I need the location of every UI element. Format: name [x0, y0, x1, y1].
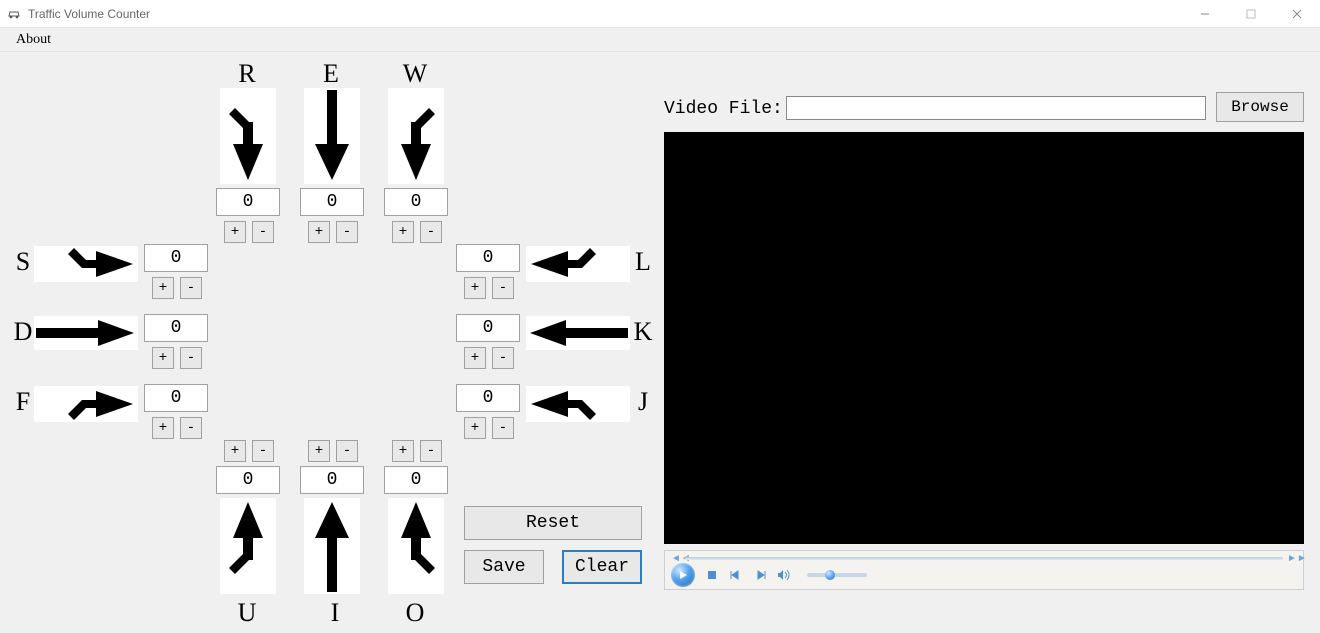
count-W[interactable]: 0 [384, 188, 448, 216]
plus-O[interactable]: + [392, 440, 414, 462]
video-display [664, 132, 1304, 544]
arrow-icon-east-left [34, 246, 138, 282]
count-D[interactable]: 0 [144, 314, 208, 342]
key-label-W: W [400, 59, 430, 89]
window-title: Traffic Volume Counter [28, 7, 150, 21]
arrow-icon-north-left [220, 498, 276, 594]
pm-E: + - [308, 221, 358, 243]
arrow-icon-south-left [220, 88, 276, 184]
arrow-icon-south-right [388, 88, 444, 184]
plus-F[interactable]: + [152, 417, 174, 439]
minus-O[interactable]: - [420, 440, 442, 462]
count-O[interactable]: 0 [384, 466, 448, 494]
pm-U: + - [224, 440, 274, 462]
count-K[interactable]: 0 [456, 314, 520, 342]
key-label-O: O [400, 598, 430, 628]
reset-button[interactable]: Reset [464, 506, 642, 540]
arrow-icon-east [34, 316, 138, 350]
menu-about[interactable]: About [10, 30, 57, 50]
pm-L: + - [464, 277, 514, 299]
maximize-button[interactable] [1228, 0, 1274, 28]
minimize-button[interactable] [1182, 0, 1228, 28]
key-label-I: I [320, 598, 350, 628]
prev-button[interactable] [729, 570, 743, 580]
minus-D[interactable]: - [180, 347, 202, 369]
minus-U[interactable]: - [252, 440, 274, 462]
volume-slider[interactable] [807, 573, 867, 577]
arrow-icon-north-right [388, 498, 444, 594]
save-button[interactable]: Save [464, 550, 544, 584]
close-button[interactable] [1274, 0, 1320, 28]
minus-L[interactable]: - [492, 277, 514, 299]
video-file-label: Video File: [664, 99, 783, 119]
arrow-icon-south [304, 88, 360, 184]
stop-button[interactable] [705, 570, 719, 580]
next-button[interactable] [753, 570, 767, 580]
minus-I[interactable]: - [336, 440, 358, 462]
clear-button[interactable]: Clear [562, 550, 642, 584]
key-label-E: E [316, 59, 346, 89]
pm-R: + - [224, 221, 274, 243]
plus-U[interactable]: + [224, 440, 246, 462]
plus-S[interactable]: + [152, 277, 174, 299]
volume-icon[interactable] [777, 569, 791, 581]
plus-J[interactable]: + [464, 417, 486, 439]
count-F[interactable]: 0 [144, 384, 208, 412]
arrow-icon-north [304, 498, 360, 594]
plus-D[interactable]: + [152, 347, 174, 369]
plus-L[interactable]: + [464, 277, 486, 299]
arrow-icon-west-left [526, 246, 630, 282]
minus-K[interactable]: - [492, 347, 514, 369]
count-L[interactable]: 0 [456, 244, 520, 272]
plus-I[interactable]: + [308, 440, 330, 462]
minus-S[interactable]: - [180, 277, 202, 299]
count-U[interactable]: 0 [216, 466, 280, 494]
arrow-icon-west [526, 316, 630, 350]
minus-W[interactable]: - [420, 221, 442, 243]
pm-S: + - [152, 277, 202, 299]
plus-K[interactable]: + [464, 347, 486, 369]
pm-F: + - [152, 417, 202, 439]
app-icon [6, 6, 22, 22]
pm-I: + - [308, 440, 358, 462]
plus-W[interactable]: + [392, 221, 414, 243]
seek-start-icon: ◄◄ [671, 553, 681, 563]
key-label-U: U [232, 598, 262, 628]
pm-K: + - [464, 347, 514, 369]
count-E[interactable]: 0 [300, 188, 364, 216]
pm-O: + - [392, 440, 442, 462]
minus-J[interactable]: - [492, 417, 514, 439]
key-label-L: L [628, 247, 658, 277]
menubar: About [0, 28, 1320, 52]
arrow-icon-west-right [526, 386, 630, 422]
titlebar: Traffic Volume Counter [0, 0, 1320, 28]
client-area: R 0 + - E 0 + - W 0 + - S 0 + - [0, 52, 1320, 633]
plus-E[interactable]: + [308, 221, 330, 243]
minus-E[interactable]: - [336, 221, 358, 243]
plus-R[interactable]: + [224, 221, 246, 243]
window-controls [1182, 0, 1320, 28]
key-label-K: K [628, 317, 658, 347]
count-I[interactable]: 0 [300, 466, 364, 494]
browse-button[interactable]: Browse [1216, 92, 1304, 122]
key-label-R: R [232, 59, 262, 89]
video-file-input[interactable] [786, 96, 1206, 120]
play-button[interactable] [671, 563, 695, 587]
key-label-J: J [628, 387, 658, 417]
minus-F[interactable]: - [180, 417, 202, 439]
pm-W: + - [392, 221, 442, 243]
seek-bar[interactable]: ◄◄ ►► [671, 554, 1297, 562]
count-S[interactable]: 0 [144, 244, 208, 272]
media-controls: ◄◄ ►► [664, 550, 1304, 590]
minus-R[interactable]: - [252, 221, 274, 243]
count-J[interactable]: 0 [456, 384, 520, 412]
arrow-icon-east-right [34, 386, 138, 422]
seek-end-icon: ►► [1287, 553, 1297, 563]
count-R[interactable]: 0 [216, 188, 280, 216]
pm-J: + - [464, 417, 514, 439]
pm-D: + - [152, 347, 202, 369]
seek-track [685, 557, 1283, 560]
